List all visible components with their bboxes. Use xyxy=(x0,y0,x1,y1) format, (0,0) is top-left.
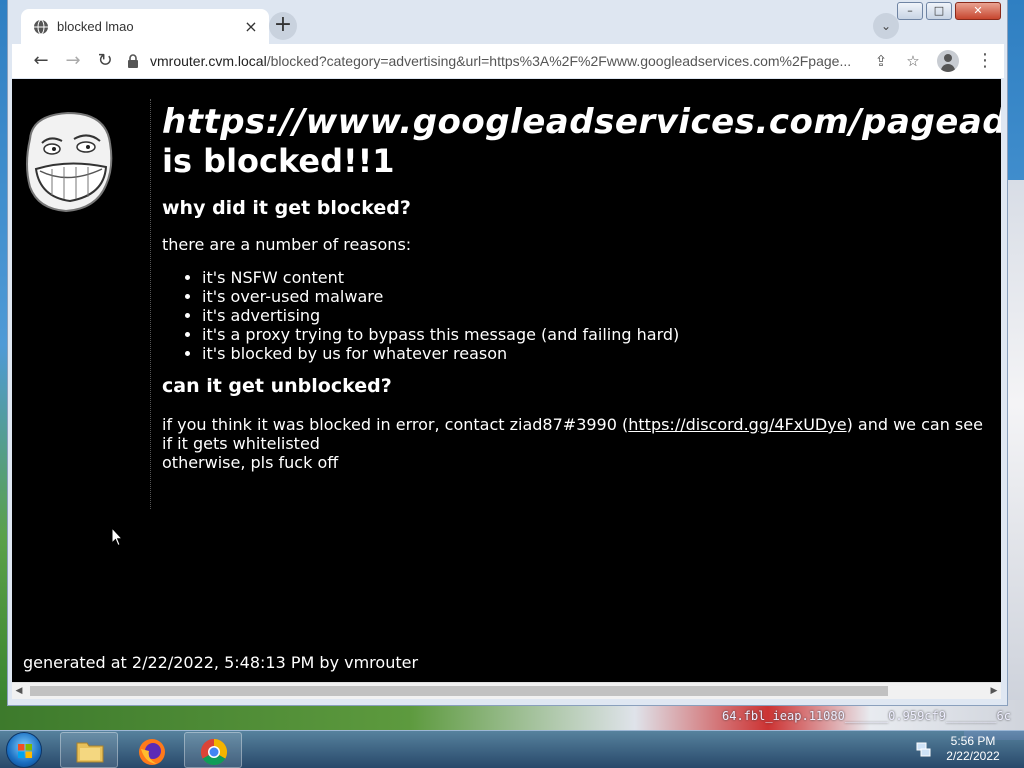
wallpaper-text: 64.fbl_ieap.11080______0.959cf9_______6c xyxy=(722,709,1011,723)
folder-icon xyxy=(76,742,104,763)
scrollbar-thumb[interactable] xyxy=(30,686,888,696)
blocked-content: https://www.googleadservices.com/pagead/… xyxy=(162,102,1001,472)
page-viewport: https://www.googleadservices.com/pagead/… xyxy=(12,79,1001,682)
firefox-icon xyxy=(139,739,165,765)
trollface-image xyxy=(26,111,113,213)
globe-icon xyxy=(34,19,48,34)
url-text[interactable]: vmrouter.cvm.local/blocked?category=adve… xyxy=(150,53,862,69)
url-host: vmrouter.cvm.local xyxy=(150,53,267,69)
window-controls: – □ ✕ xyxy=(897,2,1001,20)
minimize-button[interactable]: – xyxy=(897,2,923,20)
lock-icon[interactable] xyxy=(124,54,142,68)
generated-footer: generated at 2/22/2022, 5:48:13 PM by vm… xyxy=(23,653,419,672)
blocked-status-heading: is blocked!!1 xyxy=(162,142,395,180)
list-item: it's blocked by us for whatever reason xyxy=(202,344,992,363)
list-item: it's advertising xyxy=(202,306,992,325)
windows-logo-icon xyxy=(18,744,32,758)
network-icon[interactable] xyxy=(915,741,931,757)
discord-link[interactable]: https://discord.gg/4FxUDye xyxy=(628,415,846,434)
contact-text: if you think it was blocked in error, co… xyxy=(162,415,992,472)
taskbar: 5:56 PM 2/22/2022 xyxy=(0,730,1024,768)
mouse-cursor-icon xyxy=(111,527,123,547)
content-divider xyxy=(150,99,151,509)
taskbar-chrome[interactable] xyxy=(184,732,242,768)
clock-date: 2/22/2022 xyxy=(946,749,1000,763)
chrome-icon xyxy=(200,738,228,766)
forward-button[interactable]: → xyxy=(60,48,86,74)
tab-search-button[interactable]: ⌄ xyxy=(873,13,899,39)
reload-button[interactable]: ↻ xyxy=(92,48,118,74)
tab-close-icon[interactable]: × xyxy=(243,17,259,36)
maximize-button[interactable]: □ xyxy=(926,2,952,20)
browser-toolbar: ← → ↻ vmrouter.cvm.local/blocked?categor… xyxy=(12,44,1004,78)
new-tab-button[interactable]: + xyxy=(269,12,297,40)
contact-prefix: if you think it was blocked in error, co… xyxy=(162,415,629,434)
start-button[interactable] xyxy=(6,732,42,768)
horizontal-scrollbar[interactable]: ◀ ▶ xyxy=(12,682,1001,699)
unblock-heading: can it get unblocked? xyxy=(162,375,392,397)
list-item: it's NSFW content xyxy=(202,268,992,287)
taskbar-clock[interactable]: 5:56 PM 2/22/2022 xyxy=(938,734,1008,764)
address-bar[interactable]: vmrouter.cvm.local/blocked?category=adve… xyxy=(124,47,862,75)
list-item: it's over-used malware xyxy=(202,287,992,306)
taskbar-file-explorer[interactable] xyxy=(60,732,118,768)
otherwise-text: otherwise, pls fuck off xyxy=(162,453,339,472)
tab-blocked[interactable]: blocked lmao × xyxy=(21,9,269,44)
taskbar-firefox[interactable] xyxy=(122,732,180,768)
bookmark-star-icon[interactable]: ☆ xyxy=(900,48,926,74)
list-item: it's a proxy trying to bypass this messa… xyxy=(202,325,992,344)
reasons-list: it's NSFW content it's over-used malware… xyxy=(162,268,992,363)
close-window-button[interactable]: ✕ xyxy=(955,2,1001,20)
why-blocked-heading: why did it get blocked? xyxy=(162,197,411,219)
reasons-intro: there are a number of reasons: xyxy=(162,235,412,254)
scroll-right-icon[interactable]: ▶ xyxy=(987,683,1001,699)
blocked-url-heading: https://www.googleadservices.com/pagead/… xyxy=(162,102,1001,142)
url-path: /blocked?category=advertising&url=https%… xyxy=(266,53,852,69)
menu-icon[interactable]: ⋮ xyxy=(972,48,998,74)
clock-time: 5:56 PM xyxy=(950,734,996,748)
scroll-left-icon[interactable]: ◀ xyxy=(12,683,26,699)
profile-avatar[interactable] xyxy=(937,50,959,72)
tab-title: blocked lmao xyxy=(57,19,134,34)
tab-strip: blocked lmao × + ⌄ – □ ✕ xyxy=(8,0,1007,44)
browser-window: blocked lmao × + ⌄ – □ ✕ ← → ↻ vmrouter.… xyxy=(7,0,1008,706)
share-icon[interactable]: ⇪ xyxy=(868,48,894,74)
back-button[interactable]: ← xyxy=(28,48,54,74)
